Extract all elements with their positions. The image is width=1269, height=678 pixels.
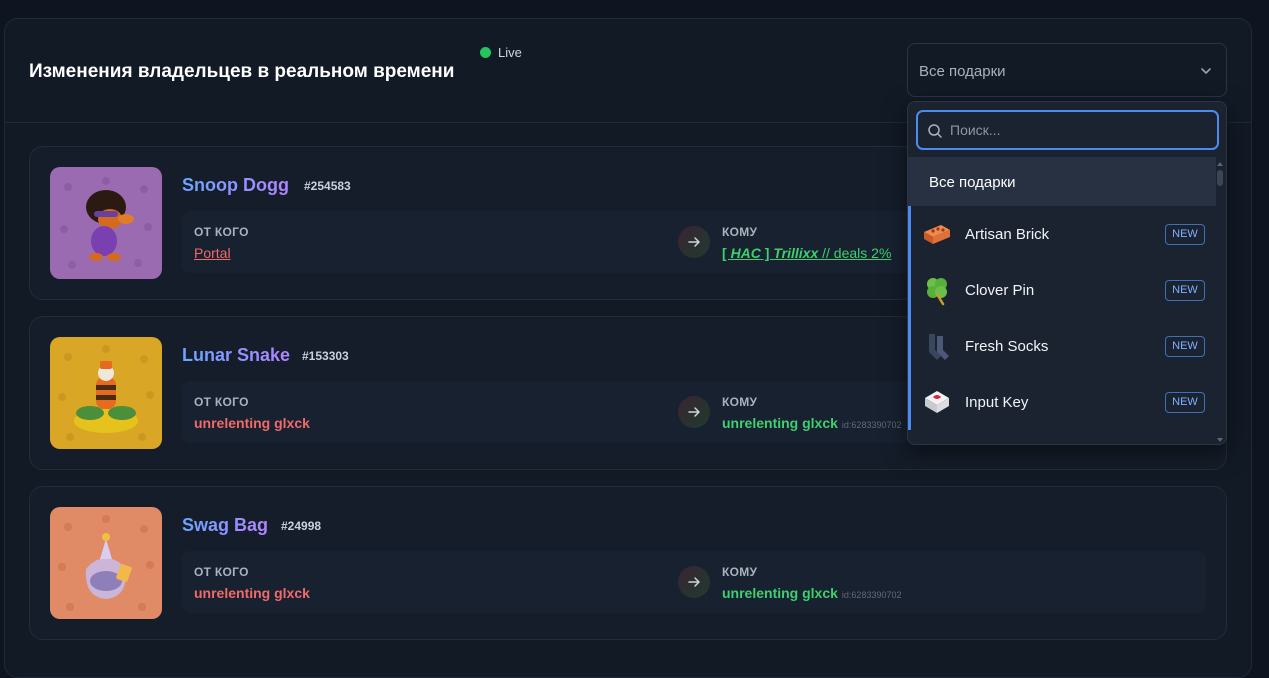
new-badge: NEW xyxy=(1165,224,1205,245)
arrow-right-icon xyxy=(678,396,710,428)
gift-filter-select[interactable]: Все подарки xyxy=(907,43,1227,97)
key-icon xyxy=(925,391,949,413)
to-user-id: id:6283390702 xyxy=(841,420,902,430)
option-fresh-socks[interactable]: Fresh Socks NEW xyxy=(908,318,1216,374)
to-suffix: // deals 2% xyxy=(818,245,892,261)
search-icon xyxy=(928,124,942,138)
from-user[interactable]: unrelenting glxck xyxy=(194,585,310,601)
to-user[interactable]: unrelenting glxck id:6283390702 xyxy=(722,415,901,431)
new-badge: NEW xyxy=(1165,280,1205,301)
to-user-name: unrelenting glxck xyxy=(722,415,838,431)
gift-search-input[interactable] xyxy=(950,120,1210,140)
new-badge: NEW xyxy=(1165,392,1205,413)
option-input-key[interactable]: Input Key NEW xyxy=(908,374,1216,430)
option-label: Clover Pin xyxy=(965,282,1035,299)
arrow-right-icon xyxy=(678,226,710,258)
gift-image-snoop-dogg xyxy=(50,167,162,279)
gift-number: #254583 xyxy=(304,179,351,193)
to-name: Trillixx xyxy=(773,245,819,261)
from-label: ОТ КОГО xyxy=(194,225,249,239)
from-user[interactable]: unrelenting glxck xyxy=(194,415,310,431)
option-all-gifts[interactable]: Все подарки xyxy=(908,157,1216,206)
scroll-up-icon[interactable] xyxy=(1217,162,1223,166)
from-label: ОТ КОГО xyxy=(194,395,249,409)
socks-icon xyxy=(929,334,949,360)
from-label: ОТ КОГО xyxy=(194,565,249,579)
gift-filter-dropdown: Все подарки Artisan Brick NEW Clover Pin… xyxy=(907,101,1227,445)
new-badge: NEW xyxy=(1165,336,1205,357)
gift-number: #153303 xyxy=(302,349,349,363)
to-label: КОМУ xyxy=(722,395,758,409)
option-all-gifts-label: Все подарки xyxy=(929,174,1016,191)
scroll-down-icon[interactable] xyxy=(1217,438,1223,442)
option-label: Fresh Socks xyxy=(965,338,1049,355)
to-tag: HAC xyxy=(730,245,761,261)
gift-image-swag-bag xyxy=(50,507,162,619)
arrow-right-icon xyxy=(678,566,710,598)
gift-search-box[interactable] xyxy=(916,110,1219,150)
live-dot-icon xyxy=(480,47,491,58)
scrollbar-thumb[interactable] xyxy=(1217,170,1223,186)
gift-name[interactable]: Lunar Snake xyxy=(182,345,290,366)
option-label: Input Key xyxy=(965,394,1029,411)
page-title: Изменения владельцев в реальном времени xyxy=(29,61,455,82)
from-user-link[interactable]: Portal xyxy=(194,245,231,261)
transfer-card[interactable]: Swag Bag #24998 ОТ КОГО unrelenting glxc… xyxy=(29,486,1227,640)
to-prefix: [ xyxy=(722,245,731,261)
gift-name[interactable]: Snoop Dogg xyxy=(182,175,289,196)
to-user-id: id:6283390702 xyxy=(841,590,902,600)
live-indicator: Live xyxy=(480,45,522,60)
chevron-down-icon xyxy=(1201,68,1211,74)
transfer-row: ОТ КОГО unrelenting glxck КОМУ unrelenti… xyxy=(182,551,1206,613)
clover-icon xyxy=(927,278,947,306)
to-user[interactable]: unrelenting glxck id:6283390702 xyxy=(722,585,901,601)
dropdown-scrollbar[interactable] xyxy=(1217,162,1223,442)
gift-name[interactable]: Swag Bag xyxy=(182,515,268,536)
to-user-link[interactable]: [ HAC ] Trillixx // deals 2% xyxy=(722,245,891,261)
gift-number: #24998 xyxy=(281,519,322,533)
to-mid: ] xyxy=(760,245,774,261)
gift-filter-value: Все подарки xyxy=(919,63,1006,80)
option-artisan-brick[interactable]: Artisan Brick NEW xyxy=(908,206,1216,262)
to-label: КОМУ xyxy=(722,565,758,579)
to-user-name: unrelenting glxck xyxy=(722,585,838,601)
to-label: КОМУ xyxy=(722,225,758,239)
option-label: Artisan Brick xyxy=(965,226,1050,243)
option-clover-pin[interactable]: Clover Pin NEW xyxy=(908,262,1216,318)
gift-image-lunar-snake xyxy=(50,337,162,449)
live-label: Live xyxy=(498,45,522,60)
brick-icon xyxy=(924,225,950,244)
